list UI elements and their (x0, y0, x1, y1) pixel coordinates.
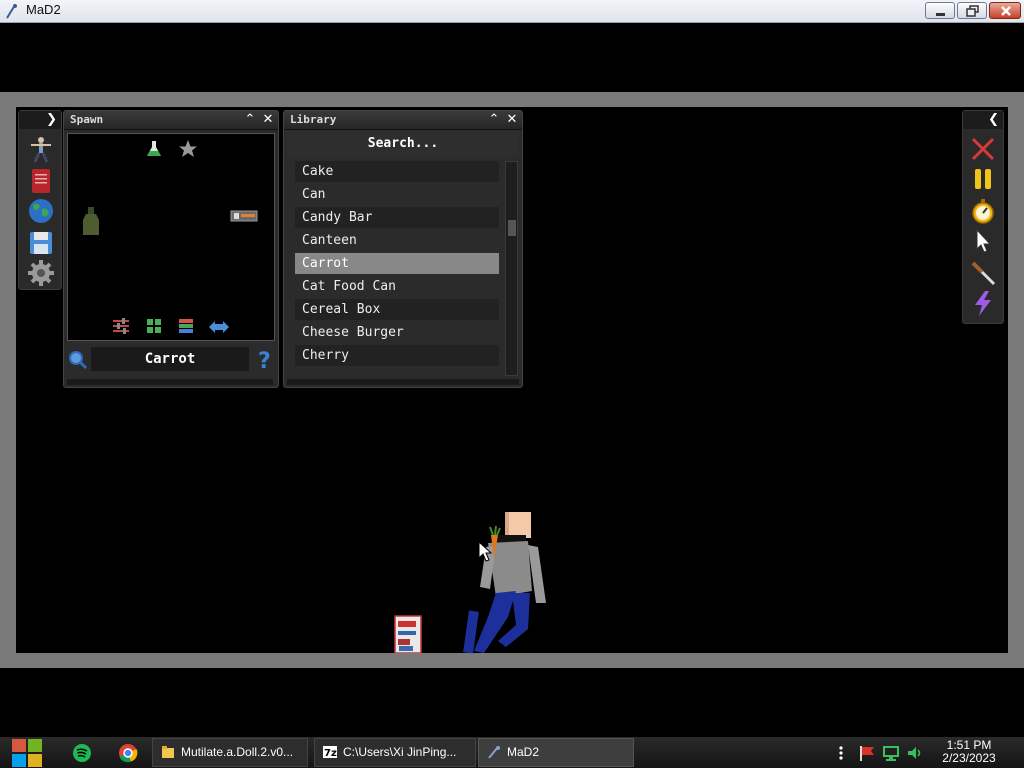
star-icon[interactable] (178, 139, 198, 159)
library-item[interactable]: Cake (295, 161, 499, 182)
mouse-pointer-icon (478, 541, 493, 562)
volume-icon[interactable] (906, 745, 924, 761)
grid-view-icon[interactable] (146, 318, 162, 334)
ragdoll-figure[interactable] (436, 507, 576, 657)
taskbar: Mutilate.a.Doll.2.v0... 7z C:\Users\Xi J… (0, 737, 1024, 768)
ragdoll-icon[interactable] (27, 135, 55, 163)
cereal-box-object[interactable] (394, 615, 422, 653)
pause-icon[interactable] (969, 165, 997, 193)
search-icon[interactable] (68, 350, 88, 370)
selected-item-name: Carrot (91, 347, 249, 371)
library-item-list: Cake Can Candy Bar Canteen Carrot Cat Fo… (295, 161, 499, 368)
taskbar-task-label: MaD2 (507, 745, 540, 759)
delete-x-icon[interactable] (969, 135, 997, 163)
pointer-icon[interactable] (969, 227, 997, 255)
svg-text:?: ? (258, 349, 271, 371)
collapse-icon[interactable]: ⌃ (486, 112, 502, 128)
app-icon (6, 4, 17, 19)
spawn-panel-footer (67, 379, 273, 385)
library-scrollbar[interactable] (505, 161, 518, 376)
windows-start-icon[interactable] (10, 737, 44, 768)
library-search-input[interactable]: Search... (287, 131, 519, 157)
list-view-icon[interactable] (178, 318, 194, 334)
taskbar-task-label: Mutilate.a.Doll.2.v0... (181, 745, 294, 759)
library-item[interactable]: Canteen (295, 230, 499, 251)
taskbar-clock[interactable]: 1:51 PM 2/23/2023 (934, 739, 1004, 765)
restore-icon (966, 5, 979, 17)
spawn-preview-area[interactable] (67, 133, 275, 341)
flag-icon[interactable] (858, 745, 876, 761)
svg-text:7z: 7z (324, 748, 337, 759)
bottle-icon[interactable] (82, 206, 100, 236)
clock-date: 2/23/2023 (942, 751, 996, 765)
minimize-icon (936, 13, 945, 16)
collapse-icon[interactable]: ⌃ (242, 112, 258, 128)
taskbar-task[interactable]: Mutilate.a.Doll.2.v0... (152, 738, 308, 767)
chrome-icon[interactable] (116, 741, 140, 765)
left-toolbar-header: ❯ (19, 111, 61, 129)
close-icon (1001, 6, 1011, 16)
scrollbar-thumb[interactable] (508, 220, 516, 236)
library-item[interactable]: Cherry (295, 345, 499, 366)
spawn-panel: Spawn ⌃ ✕ Carrot ? (63, 110, 279, 388)
close-window-button[interactable] (989, 2, 1021, 19)
sliders-icon[interactable] (112, 318, 130, 334)
window-titlebar: MaD2 (0, 0, 1024, 23)
restore-button[interactable] (957, 2, 987, 19)
window-title: MaD2 (26, 2, 61, 17)
taskbar-task-active[interactable]: MaD2 (478, 738, 634, 767)
library-item[interactable]: Cat Food Can (295, 276, 499, 297)
spotify-icon[interactable] (70, 741, 94, 765)
help-icon[interactable]: ? (257, 349, 273, 371)
tray-overflow-icon[interactable] (836, 745, 846, 761)
library-panel-title: Library (290, 113, 337, 126)
left-toolbar: ❯ (18, 110, 62, 290)
stopwatch-icon[interactable] (969, 197, 997, 225)
taskbar-task-label: C:\Users\Xi JinPing... (343, 745, 457, 759)
spawn-panel-title: Spawn (70, 113, 104, 126)
globe-icon[interactable] (27, 197, 55, 225)
swap-arrows-icon[interactable] (208, 320, 230, 334)
library-item[interactable]: Cereal Box (295, 299, 499, 320)
folder-icon (162, 746, 174, 758)
library-item[interactable]: Cheese Burger (295, 322, 499, 343)
library-panel-footer (287, 379, 519, 385)
lightning-icon[interactable] (969, 289, 997, 317)
library-panel-header: Library ⌃ ✕ (284, 111, 522, 130)
minimize-button[interactable] (925, 2, 955, 19)
collapse-arrow-icon[interactable]: ❮ (988, 112, 999, 127)
expand-arrow-icon[interactable]: ❯ (46, 112, 57, 127)
book-icon[interactable] (27, 167, 55, 195)
library-item[interactable]: Candy Bar (295, 207, 499, 228)
close-panel-icon[interactable]: ✕ (504, 112, 520, 128)
knife-icon[interactable] (969, 259, 997, 287)
mad2-app-icon (488, 746, 500, 759)
settings-gear-icon[interactable] (27, 259, 55, 287)
close-panel-icon[interactable]: ✕ (260, 112, 276, 128)
library-item-selected[interactable]: Carrot (295, 253, 499, 274)
bar-item-icon[interactable] (230, 210, 258, 222)
taskbar-task[interactable]: 7z C:\Users\Xi JinPing... (314, 738, 476, 767)
spawn-search-row: Carrot ? (64, 345, 278, 375)
flask-icon[interactable] (146, 140, 162, 158)
library-panel: Library ⌃ ✕ Search... Cake Can Candy Bar… (283, 110, 523, 388)
right-toolbar-header: ❮ (963, 111, 1003, 129)
save-icon[interactable] (27, 229, 55, 257)
right-toolbar: ❮ (962, 110, 1004, 324)
network-icon[interactable] (882, 745, 900, 761)
7zip-icon: 7z (323, 746, 337, 759)
library-item[interactable]: Can (295, 184, 499, 205)
spawn-panel-header: Spawn ⌃ ✕ (64, 111, 278, 130)
